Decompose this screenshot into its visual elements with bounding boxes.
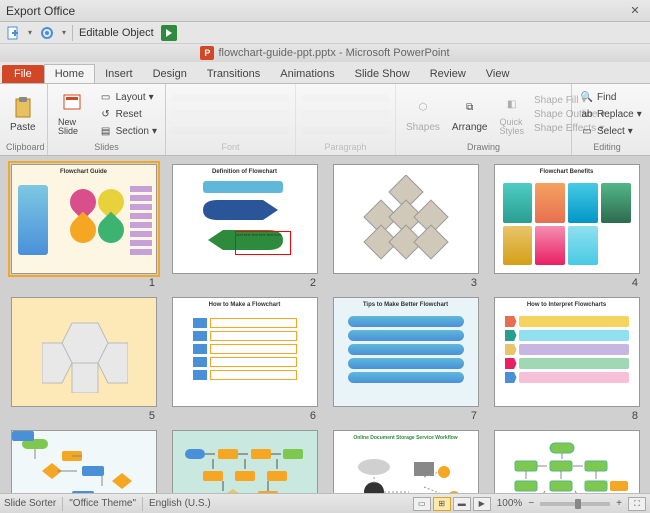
shapes-button[interactable]: ⬡Shapes [402,94,444,135]
paste-button[interactable]: Paste [6,94,40,135]
quick-toolbar: ▾ ▾ Editable Object [0,22,650,44]
chevron-down-icon[interactable]: ▾ [28,28,32,37]
new-slide-icon [61,92,85,116]
tab-slideshow[interactable]: Slide Show [345,65,420,83]
slide-thumb-9[interactable] [11,430,157,493]
slide-thumb-10[interactable] [172,430,318,493]
reset-icon: ↺ [99,107,113,121]
slide-sorter: Flowchart Guide 1 Definition of Flowchar… [0,156,650,493]
slide-thumb-12[interactable] [494,430,640,493]
zoom-level: 100% [497,498,523,509]
section-button[interactable]: ▤Section ▾ [97,123,159,139]
chevron-down-icon[interactable]: ▾ [62,28,66,37]
slide-thumb-4[interactable]: Flowchart Benefits [494,164,640,274]
filename: flowchart-guide-ppt.pptx [218,47,335,59]
slide-thumb-5[interactable] [11,297,157,407]
view-slideshow-button[interactable]: ▶ [473,497,491,511]
arrange-button[interactable]: ⧉Arrange [448,94,492,135]
quickstyles-button[interactable]: ◧Quick Styles [496,90,529,138]
appname: Microsoft PowerPoint [346,47,450,59]
slide-thumb-11[interactable]: Online Document Storage Service Workflow [333,430,479,493]
paste-icon [11,96,35,120]
export-titlebar: Export Office ✕ [0,0,650,22]
editable-object-label: Editable Object [79,27,154,39]
slide-thumb-8[interactable]: How to Interpret Flowcharts [494,297,640,407]
status-theme: "Office Theme" [69,498,136,509]
window-title: Export Office [6,4,75,18]
tab-file[interactable]: File [2,65,44,83]
arrange-icon: ⧉ [458,96,482,120]
tab-review[interactable]: Review [420,65,476,83]
layout-icon: ▭ [99,90,113,104]
layout-button[interactable]: ▭Layout ▾ [97,89,159,105]
group-font: Font [172,142,289,153]
zoom-out-button[interactable]: − [528,498,534,509]
tab-transitions[interactable]: Transitions [197,65,270,83]
replace-button[interactable]: abReplace ▾ [578,106,644,122]
status-mode: Slide Sorter [4,498,56,509]
gear-icon[interactable] [38,24,56,42]
group-clipboard: Clipboard [6,142,41,153]
group-drawing: Drawing [402,142,565,153]
slide-thumb-3[interactable] [333,164,479,274]
powerpoint-icon: P [200,46,214,60]
tab-home[interactable]: Home [44,64,95,83]
app-titlebar: P flowchart-guide-ppt.pptx - Microsoft P… [0,44,650,62]
view-reading-button[interactable]: ▬ [453,497,471,511]
ribbon: Paste Clipboard New Slide ▭Layout ▾ ↺Res… [0,84,650,156]
tab-animations[interactable]: Animations [270,65,344,83]
shapes-icon: ⬡ [411,96,435,120]
slide-thumb-1[interactable]: Flowchart Guide [11,164,157,274]
group-slides: Slides [54,142,159,153]
statusbar: Slide Sorter "Office Theme" English (U.S… [0,493,650,513]
find-button[interactable]: 🔍Find [578,89,644,105]
replace-icon: ab [580,107,594,121]
tab-design[interactable]: Design [143,65,197,83]
go-icon[interactable] [160,24,178,42]
tab-insert[interactable]: Insert [95,65,143,83]
slide-thumb-2[interactable]: Definition of Flowchart text text text t… [172,164,318,274]
reset-button[interactable]: ↺Reset [97,106,159,122]
zoom-in-button[interactable]: + [616,498,622,509]
select-icon: ▭ [580,124,594,138]
group-editing: Editing [578,142,636,153]
group-paragraph: Paragraph [302,142,389,153]
section-icon: ▤ [99,124,113,138]
quickstyles-icon: ◧ [500,92,524,116]
fit-window-button[interactable]: ⛶ [628,497,646,511]
slide-thumb-6[interactable]: How to Make a Flowchart [172,297,318,407]
select-button[interactable]: ▭Select ▾ [578,123,644,139]
view-sorter-button[interactable]: ⊞ [433,497,451,511]
new-slide-button[interactable]: New Slide [54,90,93,138]
view-normal-button[interactable]: ▭ [413,497,431,511]
zoom-slider[interactable] [540,502,610,506]
find-icon: 🔍 [580,90,594,104]
status-lang[interactable]: English (U.S.) [149,498,211,509]
slide-thumb-7[interactable]: Tips to Make Better Flowchart [333,297,479,407]
tab-view[interactable]: View [476,65,520,83]
ribbon-tabs: File Home Insert Design Transitions Anim… [0,62,650,84]
new-doc-icon[interactable] [4,24,22,42]
close-icon[interactable]: ✕ [624,3,646,19]
